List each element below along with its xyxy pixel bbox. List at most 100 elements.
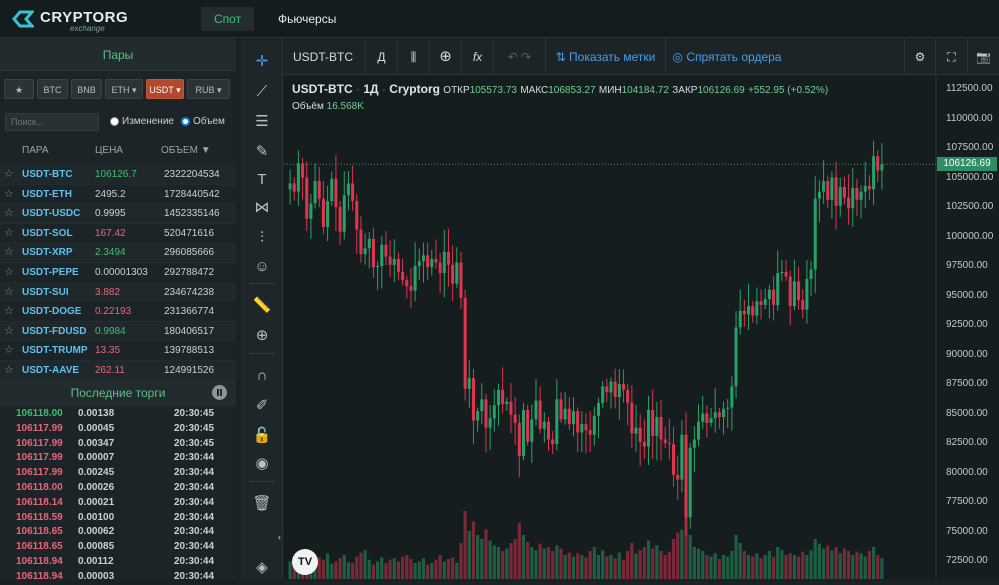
favorite-star-icon[interactable]: ☆ xyxy=(4,361,14,381)
favorite-star-icon[interactable]: ☆ xyxy=(4,263,14,283)
volume-bar xyxy=(809,550,813,579)
pattern-icon[interactable]: ⋈ xyxy=(249,195,275,219)
volume-bar xyxy=(471,521,476,579)
price-axis-label: 95000.00 xyxy=(946,289,988,301)
trade-time: 20:30:45 xyxy=(174,437,215,449)
filter-btc[interactable]: BTC xyxy=(37,79,68,99)
add-indicator-icon[interactable]: ⊕ xyxy=(430,39,462,75)
lock-drawing-icon[interactable]: ✐ xyxy=(249,393,275,417)
pair-row[interactable]: ☆ USDT-BTC 106126.7 2322204534 xyxy=(0,165,236,185)
collapse-toolbar-icon[interactable]: ‹ xyxy=(278,532,286,548)
volume-bar xyxy=(484,529,488,579)
candle-body xyxy=(638,427,642,442)
toolbar-divider xyxy=(249,481,275,482)
favorite-star-icon[interactable]: ☆ xyxy=(4,302,14,322)
pair-row[interactable]: ☆ USDT-FDUSD 0.9984 180406517 xyxy=(0,321,236,342)
column-volume-header[interactable]: ОБЪЕМ ▼ xyxy=(161,145,211,156)
zoom-in-icon[interactable]: ⊕ xyxy=(249,323,275,347)
tab-futures[interactable]: Фьючерсы xyxy=(265,7,349,31)
volume-bar xyxy=(421,558,426,579)
volume-bar xyxy=(659,551,663,579)
volume-bar xyxy=(430,563,434,579)
text-icon[interactable]: T xyxy=(249,167,275,191)
radio-volume[interactable]: Объем xyxy=(181,116,225,127)
volume-bar xyxy=(588,551,592,579)
volume-bar xyxy=(846,551,851,579)
show-marks-button[interactable]: ⇅ Показать метки xyxy=(546,39,666,75)
candlestick-svg[interactable] xyxy=(284,75,999,579)
brush-icon[interactable]: ✎ xyxy=(249,139,275,163)
crosshair-icon[interactable]: ✛ xyxy=(249,49,275,73)
candle-body xyxy=(359,229,363,255)
filter-rub[interactable]: RUB ▾ xyxy=(187,79,230,99)
pair-row[interactable]: ☆ USDT-SOL 167.42 520471616 xyxy=(0,224,236,244)
favorite-star-icon[interactable]: ☆ xyxy=(4,341,14,361)
hide-orders-button[interactable]: ◎ Спрятать ордера xyxy=(666,39,788,75)
pair-row[interactable]: ☆ USDT-USDC 0.9995 1452335146 xyxy=(0,204,236,224)
symbol-selector[interactable]: USDT-BTC xyxy=(284,39,366,75)
radio-change[interactable]: Изменение xyxy=(110,116,174,127)
trades-title: Последние торги xyxy=(70,386,166,400)
filter-usdt[interactable]: USDT ▾ xyxy=(146,79,184,99)
candle-body xyxy=(363,248,367,255)
candle-body xyxy=(459,262,463,298)
favorite-star-icon[interactable]: ☆ xyxy=(4,204,14,224)
volume-bar xyxy=(634,553,638,579)
screenshot-icon[interactable]: 📷 xyxy=(968,39,999,75)
tab-spot[interactable]: Спот xyxy=(201,7,255,31)
settings-icon[interactable]: ⚙ xyxy=(904,39,936,75)
candle-body xyxy=(509,401,513,415)
volume-bar xyxy=(859,553,863,579)
favorite-star-icon[interactable]: ☆ xyxy=(4,165,14,185)
pair-row[interactable]: ☆ USDT-DOGE 0.22193 231366774 xyxy=(0,302,236,322)
favorite-star-icon[interactable]: ☆ xyxy=(4,322,14,342)
eye-icon[interactable]: ◉ xyxy=(249,451,275,475)
column-pair-header[interactable]: ПАРА xyxy=(22,145,49,156)
candle-body xyxy=(672,444,676,475)
interval-selector[interactable]: Д xyxy=(366,39,398,75)
magnet-icon[interactable]: ∩ xyxy=(249,363,275,387)
trade-time: 20:30:44 xyxy=(174,511,215,523)
filter-eth[interactable]: ETH ▾ xyxy=(105,79,143,99)
lock-icon[interactable]: 🔓 xyxy=(249,423,275,447)
favorite-star-icon[interactable]: ☆ xyxy=(4,283,14,303)
trash-icon[interactable]: 🗑 xyxy=(249,491,275,515)
pair-row[interactable]: ☆ USDT-TRUMP 13.35 139788513 xyxy=(0,341,236,361)
logo[interactable]: CRYPTORG exchange xyxy=(12,8,132,33)
layers-icon[interactable]: ◈ xyxy=(249,555,275,579)
filter-bnb[interactable]: BNB xyxy=(71,79,102,99)
function-icon[interactable]: fx xyxy=(462,39,494,75)
pair-row[interactable]: ☆ USDT-PEPE 0.00001303 292788472 xyxy=(0,263,236,283)
trend-line-icon[interactable]: ⟋ xyxy=(249,79,275,103)
column-price-header[interactable]: ЦЕНА xyxy=(95,145,123,156)
candle-body xyxy=(413,266,417,291)
pair-row[interactable]: ☆ USDT-SUI 3.882 234674238 xyxy=(0,282,236,303)
volume-bar xyxy=(501,551,505,579)
pair-row[interactable]: ☆ USDT-AAVE 262.11 124991526 xyxy=(0,360,236,381)
legend-dot: · xyxy=(356,82,361,96)
pause-icon[interactable] xyxy=(212,385,227,400)
volume-bar xyxy=(746,555,751,579)
pair-row[interactable]: ☆ USDT-ETH 2495.2 1728440542 xyxy=(0,185,236,205)
pair-search-input[interactable] xyxy=(5,113,99,131)
undo-redo-icon[interactable]: ↶ ↷ xyxy=(494,39,546,75)
favorite-star-icon[interactable]: ☆ xyxy=(4,185,14,205)
volume-bar xyxy=(326,553,330,579)
candle-body xyxy=(726,407,730,409)
candles-style-icon[interactable]: ⫼ xyxy=(398,39,430,75)
favorite-star-icon[interactable]: ☆ xyxy=(4,243,14,263)
emoji-icon[interactable]: ☺ xyxy=(249,254,275,278)
volume-legend: Объём 16.568K xyxy=(292,101,364,112)
price-chart[interactable]: USDT-BTC · 1Д · Cryptorg ОТКР105573.73 М… xyxy=(284,75,999,579)
favorite-star-icon[interactable]: ☆ xyxy=(4,224,14,244)
volume-bar xyxy=(417,561,421,579)
favorites-filter-button[interactable]: ★ xyxy=(4,79,34,99)
ruler-icon[interactable]: 📏 xyxy=(249,293,275,317)
fullscreen-icon[interactable]: ⛶ xyxy=(936,39,968,75)
candle-body xyxy=(880,164,884,171)
trade-price: 106118.00 xyxy=(16,481,63,493)
pair-row[interactable]: ☆ USDT-XRP 2.3494 296085666 xyxy=(0,243,236,263)
tradingview-logo[interactable]: TV xyxy=(292,549,318,575)
measure-lines-icon[interactable]: ⫶ xyxy=(249,225,275,249)
horizontal-lines-icon[interactable]: ☰ xyxy=(249,109,275,133)
